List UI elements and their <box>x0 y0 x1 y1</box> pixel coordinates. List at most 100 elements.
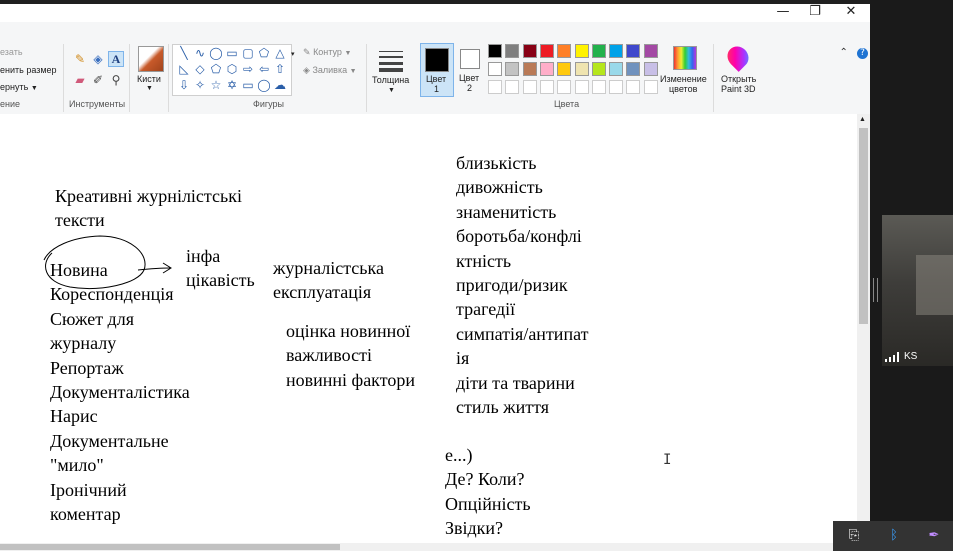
rectangle-shape-icon[interactable]: ▭ <box>225 46 239 60</box>
participant-name: KS <box>904 351 918 362</box>
resize-button[interactable]: енить размер <box>0 65 57 75</box>
palette-swatch[interactable] <box>591 80 606 94</box>
brushes-button[interactable]: Кисти ▼ <box>136 46 164 94</box>
rotate-button[interactable]: ернуть ▼ <box>0 82 38 92</box>
palette-swatch[interactable] <box>505 80 520 94</box>
size-button[interactable]: Толщина ▼ <box>372 46 412 106</box>
chevron-down-icon: ▼ <box>388 87 395 94</box>
minimize-button[interactable]: — <box>766 4 800 22</box>
palette-swatch[interactable] <box>626 80 641 94</box>
vertical-scroll-thumb[interactable] <box>859 128 868 324</box>
line-shape-icon[interactable]: ╲ <box>177 46 191 60</box>
palette-swatch[interactable] <box>488 62 502 76</box>
help-icon[interactable]: ? <box>857 48 868 59</box>
rounded-rect-shape-icon[interactable]: ▢ <box>241 46 255 60</box>
signal-strength-icon <box>885 352 899 362</box>
palette-swatch[interactable] <box>643 62 658 76</box>
brushes-label: Кисти <box>137 74 161 84</box>
fill-button[interactable]: ◈ Заливка ▼ <box>303 65 357 76</box>
palette-swatch[interactable] <box>609 62 624 76</box>
palette-swatch[interactable] <box>574 44 589 58</box>
color2-button[interactable]: Цвет 2 <box>455 43 485 95</box>
palette-swatch[interactable] <box>591 62 606 76</box>
up-arrow-shape-icon[interactable]: ⇧ <box>273 62 287 76</box>
oval-shape-icon[interactable]: ◯ <box>209 46 223 60</box>
eraser-icon[interactable]: ▰ <box>72 72 88 88</box>
drawing-canvas[interactable]: Креативні журнілістські тексти Новина Ко… <box>0 114 857 543</box>
callout-cloud-shape-icon[interactable]: ☁ <box>273 78 287 92</box>
paint-window: — ❐ ✕ ⌃ ? езать енить размер ернуть ▼ ен… <box>0 0 870 551</box>
palette-swatch[interactable] <box>522 80 537 94</box>
edit-colors-button[interactable]: Изменение цветов <box>660 43 710 99</box>
hexagon-shape-icon[interactable]: ⬡ <box>225 62 239 76</box>
palette-swatch[interactable] <box>488 80 502 94</box>
callout-oval-shape-icon[interactable]: ◯ <box>257 78 271 92</box>
video-thumbnail[interactable] <box>882 215 953 366</box>
palette-swatch[interactable] <box>643 44 658 58</box>
collapse-ribbon-icon[interactable]: ⌃ <box>840 47 848 58</box>
palette-swatch[interactable] <box>488 44 502 58</box>
star6-shape-icon[interactable]: ✡ <box>225 78 239 92</box>
shapes-scroll-icon[interactable]: ▾ <box>291 50 295 58</box>
down-arrow-shape-icon[interactable]: ⇩ <box>177 78 191 92</box>
palette-swatch[interactable] <box>539 62 554 76</box>
palette-swatch[interactable] <box>522 62 537 76</box>
palette-swatch[interactable] <box>643 80 658 94</box>
diamond-shape-icon[interactable]: ◇ <box>193 62 207 76</box>
palette-swatch[interactable] <box>505 44 520 58</box>
text-tool-icon[interactable]: A <box>108 51 124 67</box>
callout-rect-shape-icon[interactable]: ▭ <box>241 78 255 92</box>
rotate-label: ернуть <box>0 82 29 92</box>
maximize-button[interactable]: ❐ <box>798 4 832 22</box>
colors-group-label: Цвета <box>554 99 580 109</box>
chevron-down-icon: ▼ <box>30 85 38 92</box>
scroll-up-icon[interactable]: ▲ <box>859 116 866 123</box>
divider <box>63 44 64 112</box>
text-cursor-icon: I <box>663 452 672 468</box>
left-arrow-shape-icon[interactable]: ⇦ <box>257 62 271 76</box>
usb-drive-icon[interactable]: ⎘ <box>843 525 865 547</box>
color2-label: Цвет <box>459 73 480 83</box>
line-size-icon <box>379 48 403 72</box>
palette-swatch[interactable] <box>626 44 641 58</box>
color1-swatch <box>425 48 449 72</box>
palette-swatch[interactable] <box>557 44 572 58</box>
fill-bucket-icon[interactable]: ◈ <box>90 51 106 67</box>
panel-splitter[interactable] <box>873 278 878 302</box>
pentagon-shape-icon[interactable]: ⬠ <box>209 62 223 76</box>
palette-swatch[interactable] <box>591 44 606 58</box>
bluetooth-icon[interactable]: ᛒ <box>883 525 905 547</box>
crop-button[interactable]: езать <box>0 47 23 57</box>
palette-swatch[interactable] <box>626 62 641 76</box>
palette-swatch[interactable] <box>505 62 520 76</box>
shapes-gallery[interactable]: ╲ ∿ ◯ ▭ ▢ ⬠ △ ◺ ◇ ⬠ ⬡ ⇨ ⇦ ⇧ ⇩ ✧ ☆ ✡ ▭ ◯ … <box>172 44 292 96</box>
palette-swatch[interactable] <box>574 80 589 94</box>
horizontal-scroll-thumb[interactable] <box>0 544 340 550</box>
star4-shape-icon[interactable]: ✧ <box>193 78 207 92</box>
triangle-shape-icon[interactable]: △ <box>273 46 287 60</box>
curve-shape-icon[interactable]: ∿ <box>193 46 207 60</box>
pencil-icon[interactable]: ✎ <box>72 51 88 67</box>
palette-swatch[interactable] <box>557 80 572 94</box>
palette-swatch[interactable] <box>574 62 589 76</box>
palette-swatch[interactable] <box>539 44 554 58</box>
palette-swatch[interactable] <box>557 62 572 76</box>
right-arrow-shape-icon[interactable]: ⇨ <box>241 62 255 76</box>
polygon-shape-icon[interactable]: ⬠ <box>257 46 271 60</box>
palette-swatch[interactable] <box>539 80 554 94</box>
outline-button[interactable]: ✎ Контур ▼ <box>303 47 351 58</box>
palette-swatch[interactable] <box>609 44 624 58</box>
right-triangle-shape-icon[interactable]: ◺ <box>177 62 191 76</box>
palette-swatch[interactable] <box>609 80 624 94</box>
magnifier-icon[interactable]: ⚲ <box>108 72 124 88</box>
star5-shape-icon[interactable]: ☆ <box>209 78 223 92</box>
color1-button[interactable]: Цвет 1 <box>420 43 454 97</box>
shapes-group-label: Фигуры <box>253 99 285 109</box>
close-button[interactable]: ✕ <box>834 4 868 22</box>
pen-icon[interactable]: ✒ <box>923 525 945 547</box>
tools-group-label: Инструменты <box>69 99 126 109</box>
open-paint3d-button[interactable]: Открыть Paint 3D <box>718 42 762 99</box>
ribbon: ⌃ ? езать енить размер ернуть ▼ ение ✎ ◈… <box>0 22 870 115</box>
color-picker-icon[interactable]: ✐ <box>90 72 106 88</box>
palette-swatch[interactable] <box>522 44 537 58</box>
